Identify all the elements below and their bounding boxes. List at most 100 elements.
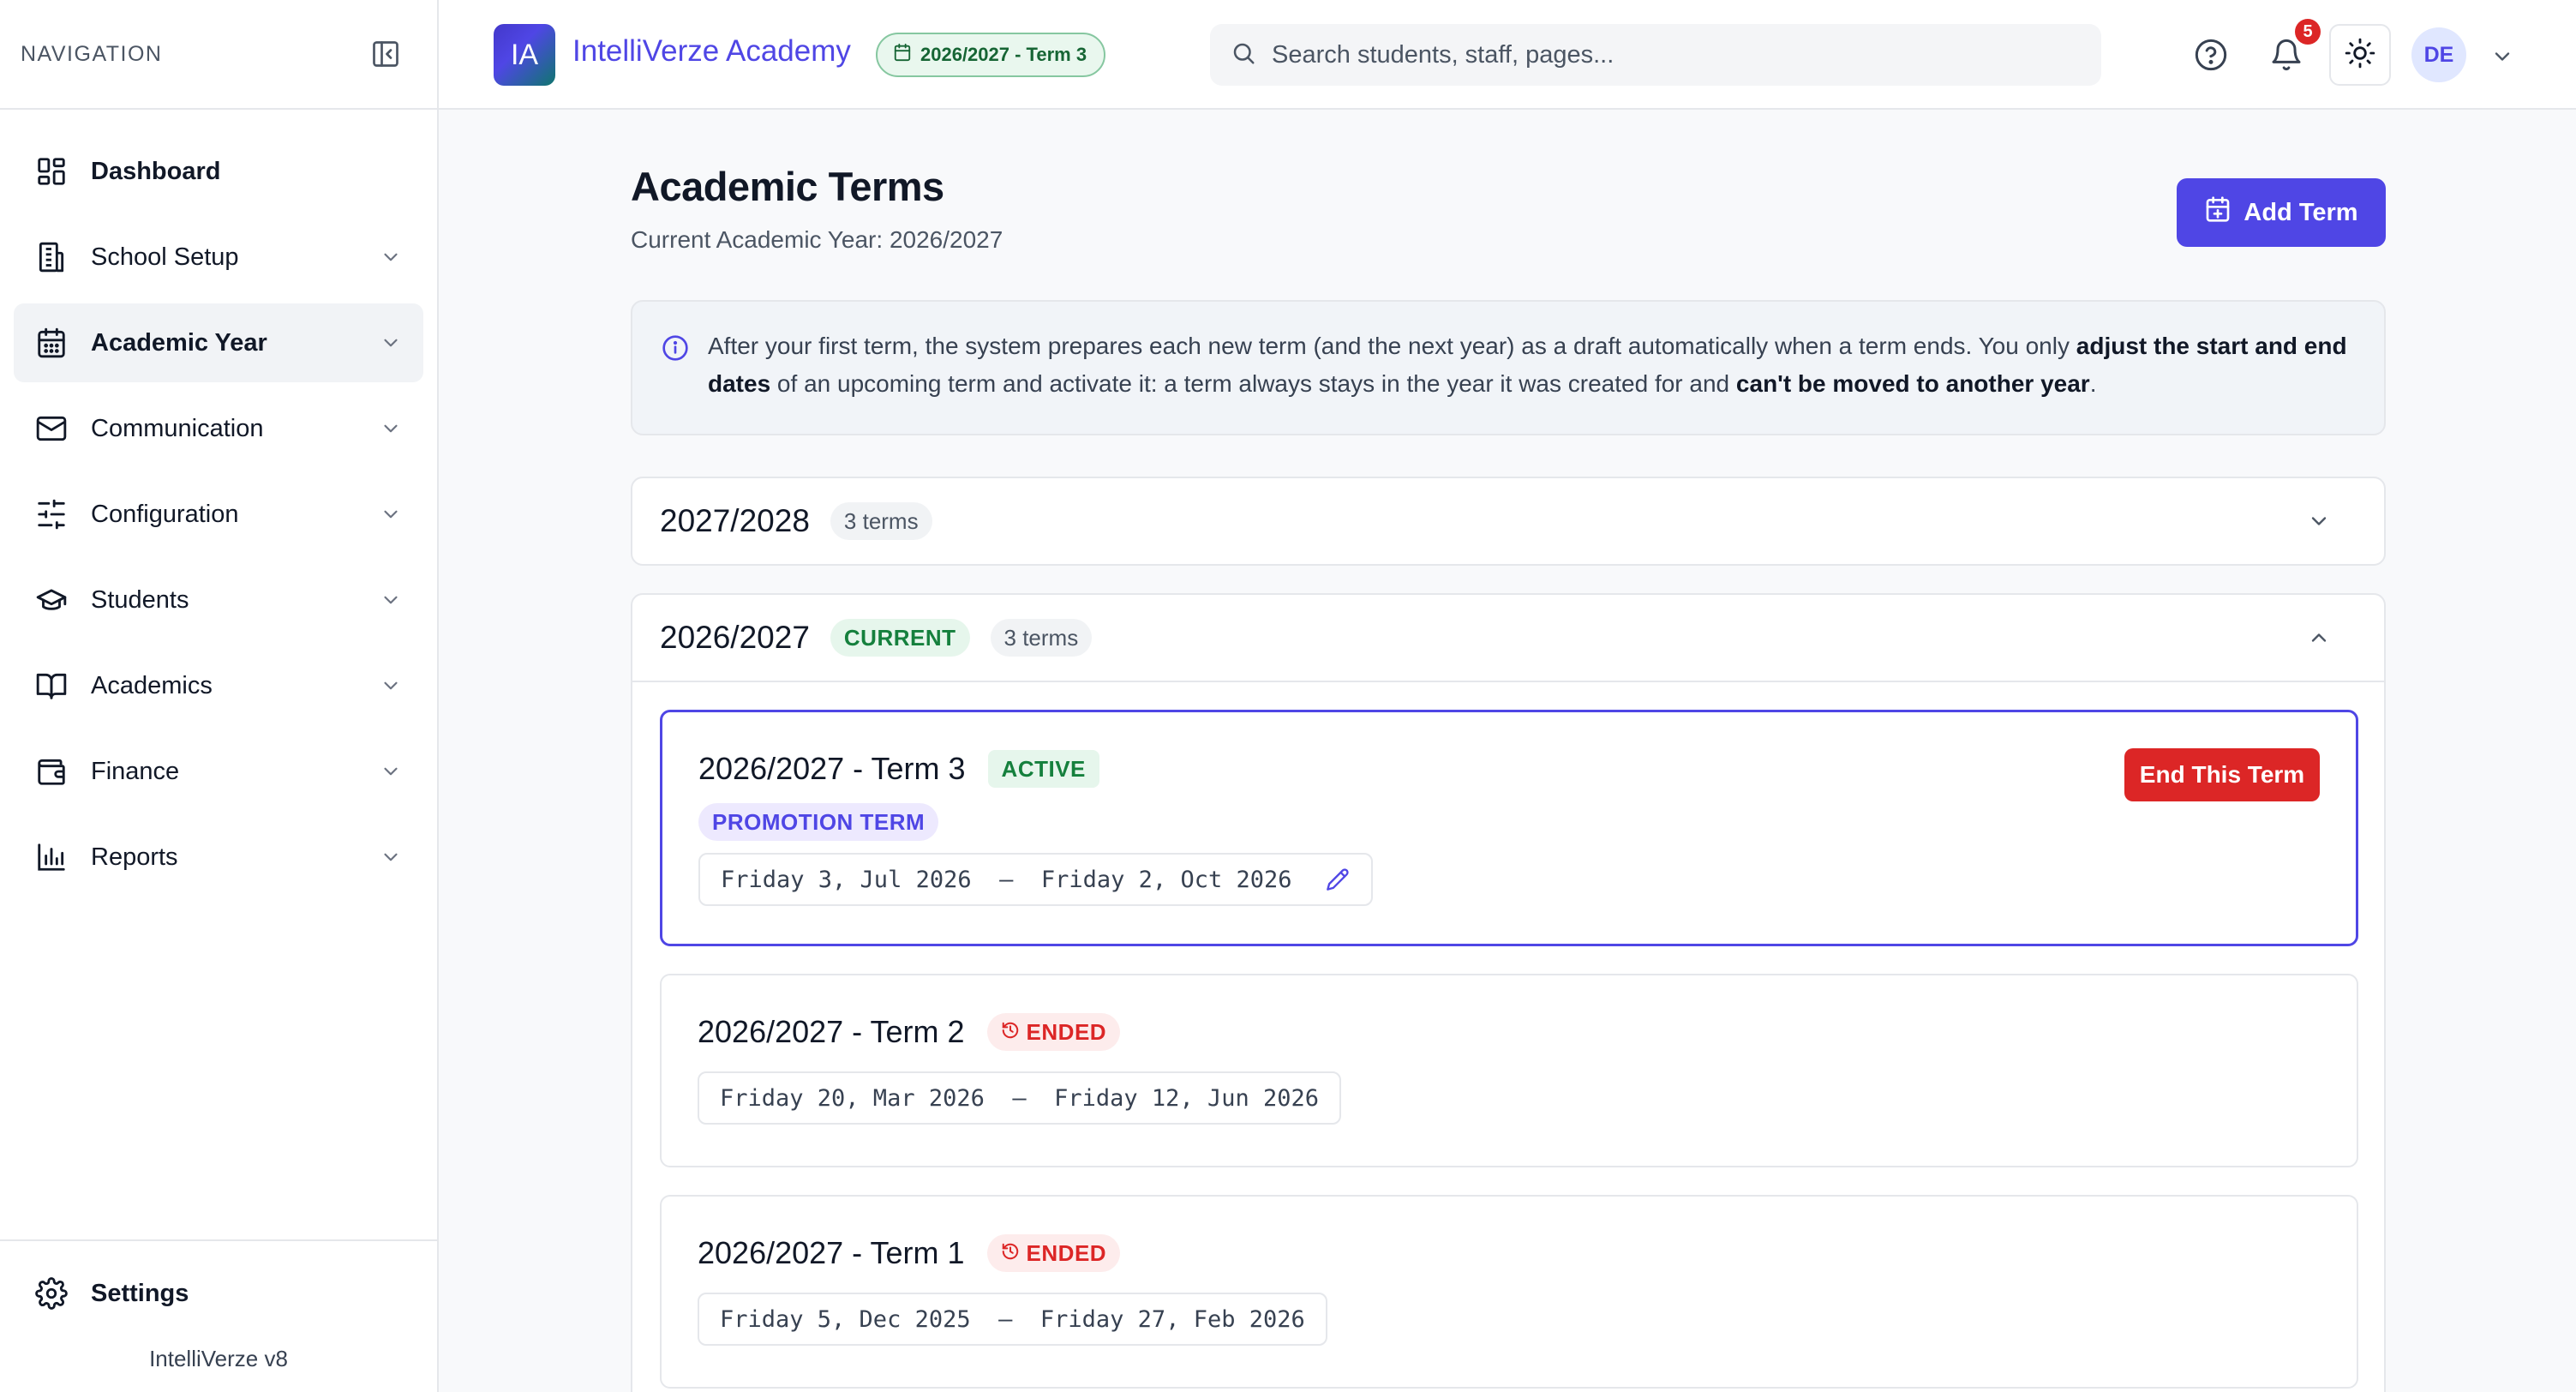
- topbar: IA IntelliVerze Academy 2026/2027 - Term…: [439, 0, 2576, 110]
- sidebar: NAVIGATION Dashboard School Setup Academ…: [0, 0, 439, 1392]
- sidebar-footer: Settings IntelliVerze v8: [0, 1239, 437, 1392]
- sidebar-header: NAVIGATION: [0, 0, 437, 110]
- search-input[interactable]: [1272, 40, 2043, 69]
- info-text: After your first term, the system prepar…: [708, 333, 2076, 359]
- term-card: 2026/2027 - Term 1 ENDED Friday 5, Dec 2…: [660, 1195, 2358, 1389]
- current-term-pill[interactable]: 2026/2027 - Term 3: [876, 33, 1106, 77]
- calendar-plus-icon: [2204, 195, 2232, 230]
- avatar[interactable]: DE: [2411, 27, 2466, 82]
- bar-chart-icon: [34, 840, 69, 874]
- sidebar-item-label: Reports: [91, 843, 178, 871]
- sidebar-item-label: Finance: [91, 757, 180, 785]
- term-count-badge: 3 terms: [990, 619, 1093, 657]
- term-name: 2026/2027 - Term 3: [698, 751, 966, 786]
- sidebar-nav: Dashboard School Setup Academic Year Com…: [0, 110, 437, 897]
- graduation-cap-icon: [34, 583, 69, 617]
- term-start-date: Friday 20, Mar 2026: [720, 1084, 985, 1112]
- chevron-down-icon: [379, 502, 403, 526]
- chevron-up-icon[interactable]: [2307, 626, 2331, 650]
- info-icon: [662, 334, 689, 362]
- page-subtitle: Current Academic Year: 2026/2027: [631, 226, 1003, 253]
- chevron-down-icon[interactable]: [2490, 45, 2514, 69]
- info-text: of an upcoming term and activate it: a t…: [770, 370, 1736, 397]
- sidebar-item-label: Students: [91, 585, 189, 614]
- term-name: 2026/2027 - Term 1: [698, 1235, 965, 1270]
- term-header: 2026/2027 - Term 1 ENDED: [698, 1234, 2321, 1272]
- term-end-date: Friday 27, Feb 2026: [1039, 1305, 1305, 1333]
- sliders-icon: [34, 497, 69, 531]
- sidebar-item-communication[interactable]: Communication: [14, 389, 423, 468]
- term-end-date: Friday 12, Jun 2026: [1054, 1084, 1319, 1112]
- sidebar-item-academic-year[interactable]: Academic Year: [14, 303, 423, 382]
- help-icon[interactable]: [2190, 34, 2232, 75]
- sidebar-item-settings[interactable]: Settings: [0, 1241, 437, 1346]
- chevron-down-icon: [379, 417, 403, 441]
- chevron-down-icon: [379, 588, 403, 612]
- history-icon: [1001, 1240, 1020, 1267]
- sidebar-item-school-setup[interactable]: School Setup: [14, 218, 423, 297]
- search-bar[interactable]: [1210, 24, 2101, 86]
- sidebar-item-label: Academic Year: [91, 328, 267, 357]
- term-date-range: Friday 3, Jul 2026 – Friday 2, Oct 2026: [698, 853, 1373, 906]
- app-logo[interactable]: IA: [494, 24, 555, 86]
- year-terms: 2026/2027 - Term 3 ACTIVE PROMOTION TERM…: [632, 681, 2384, 1389]
- collapse-sidebar-icon[interactable]: [370, 39, 401, 69]
- status-label: ENDED: [1026, 1018, 1107, 1045]
- term-name: 2026/2027 - Term 2: [698, 1014, 965, 1049]
- sidebar-item-finance[interactable]: Finance: [14, 732, 423, 811]
- year-section: 2026/2027 CURRENT 3 terms 2026/2027 - Te…: [631, 593, 2386, 1392]
- year-header[interactable]: 2026/2027 CURRENT 3 terms: [632, 595, 2384, 681]
- calendar-icon: [893, 43, 912, 67]
- sidebar-item-students[interactable]: Students: [14, 561, 423, 639]
- term-count-badge: 3 terms: [830, 502, 932, 540]
- chevron-down-icon: [379, 759, 403, 783]
- building-icon: [34, 240, 69, 274]
- term-start-date: Friday 5, Dec 2025: [720, 1305, 971, 1333]
- wallet-icon: [34, 754, 69, 789]
- pencil-icon[interactable]: [1325, 867, 1351, 892]
- notification-badge: 5: [2295, 19, 2321, 45]
- book-icon: [34, 669, 69, 703]
- info-banner: After your first term, the system prepar…: [631, 300, 2386, 435]
- current-term-label: 2026/2027 - Term 3: [920, 44, 1087, 65]
- sidebar-item-academics[interactable]: Academics: [14, 646, 423, 725]
- sidebar-item-configuration[interactable]: Configuration: [14, 475, 423, 554]
- info-text: .: [2089, 370, 2097, 397]
- gear-icon: [34, 1276, 69, 1311]
- chevron-down-icon[interactable]: [2307, 509, 2331, 533]
- term-date-range: Friday 5, Dec 2025 – Friday 27, Feb 2026: [698, 1293, 1327, 1346]
- end-term-button[interactable]: End This Term: [2124, 748, 2320, 801]
- sidebar-item-label: Academics: [91, 671, 213, 699]
- term-date-range: Friday 20, Mar 2026 – Friday 12, Jun 202…: [698, 1071, 1341, 1125]
- app-name[interactable]: IntelliVerze Academy: [572, 34, 851, 69]
- calendar-icon: [34, 326, 69, 360]
- search-icon: [1231, 40, 1256, 70]
- sun-icon: [2344, 37, 2376, 74]
- status-badge: ENDED: [986, 1234, 1121, 1272]
- current-badge: CURRENT: [830, 619, 970, 657]
- year-name: 2026/2027: [660, 620, 810, 655]
- sidebar-item-label: Configuration: [91, 500, 239, 528]
- dashboard-icon: [34, 154, 69, 189]
- chevron-down-icon: [379, 245, 403, 269]
- add-term-button[interactable]: Add Term: [2177, 178, 2386, 247]
- add-term-label: Add Term: [2244, 198, 2358, 226]
- term-header: 2026/2027 - Term 3 ACTIVE: [698, 750, 2320, 788]
- theme-toggle-button[interactable]: [2329, 24, 2391, 86]
- history-icon: [1001, 1019, 1020, 1046]
- sidebar-item-reports[interactable]: Reports: [14, 818, 423, 897]
- promotion-badge: PROMOTION TERM: [698, 803, 939, 841]
- info-emphasis: can't be moved to another year: [1735, 370, 2090, 397]
- term-header: 2026/2027 - Term 2 ENDED: [698, 1013, 2321, 1051]
- sidebar-item-label: School Setup: [91, 243, 239, 271]
- chevron-down-icon: [379, 674, 403, 698]
- year-header[interactable]: 2027/2028 3 terms: [632, 478, 2384, 564]
- page-title: Academic Terms: [631, 164, 944, 209]
- chevron-down-icon: [379, 845, 403, 869]
- sidebar-title: NAVIGATION: [21, 41, 163, 66]
- sidebar-item-dashboard[interactable]: Dashboard: [14, 132, 423, 211]
- status-label: ENDED: [1026, 1239, 1107, 1266]
- status-badge: ACTIVE: [987, 750, 1099, 788]
- term-card: 2026/2027 - Term 2 ENDED Friday 20, Mar …: [660, 974, 2358, 1167]
- year-section: 2027/2028 3 terms: [631, 477, 2386, 566]
